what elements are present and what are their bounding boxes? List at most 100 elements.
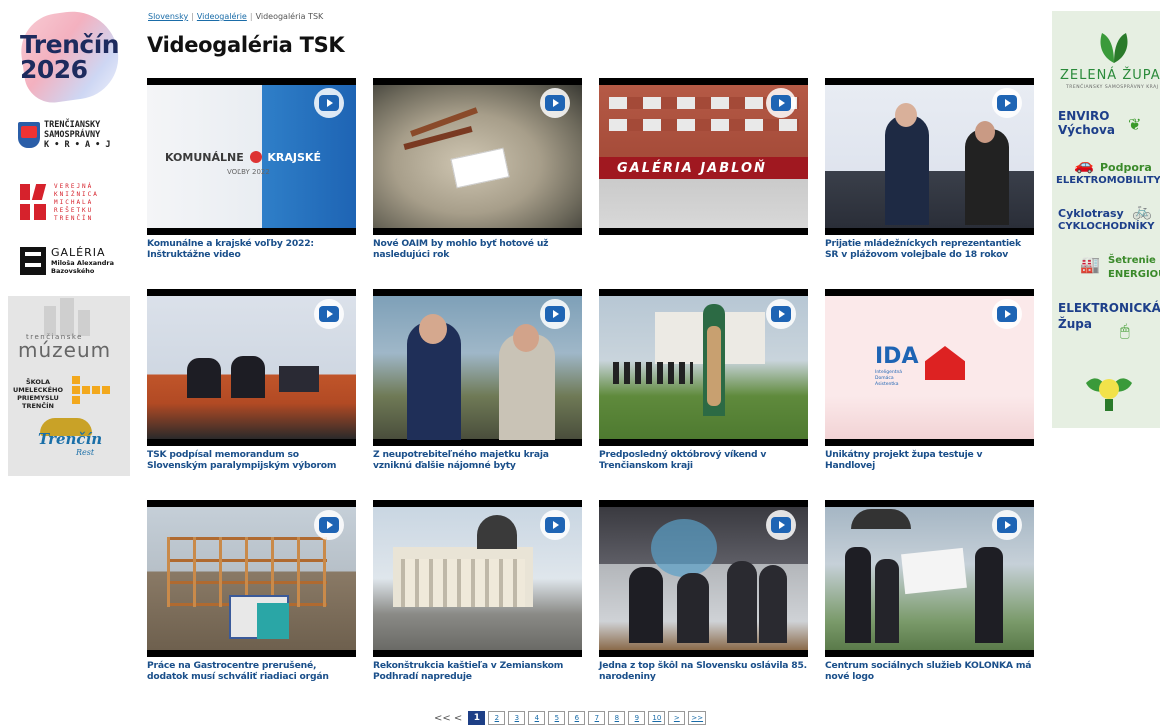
vychova-label: Výchova — [1058, 123, 1115, 137]
video-caption[interactable]: Prijatie mládežníckych reprezentantiek S… — [825, 238, 1034, 260]
play-icon[interactable] — [314, 510, 344, 540]
pagination-last[interactable]: >> — [688, 711, 707, 725]
video-card[interactable]: Nové OAIM by mohlo byť hotové už nasledu… — [373, 78, 582, 260]
video-card[interactable]: Z neupotrebiteľného majetku kraja vznikn… — [373, 289, 582, 471]
video-thumbnail[interactable]: KOMUNÁLNE KRAJSKÉ VOĽBY 2022 — [147, 78, 356, 235]
thumb-text-komunalne: KOMUNÁLNE — [165, 151, 244, 164]
video-card[interactable]: KOMUNÁLNE KRAJSKÉ VOĽBY 2022 Komunálne a… — [147, 78, 356, 260]
video-card[interactable]: Práce na Gastrocentre prerušené, dodatok… — [147, 500, 356, 682]
play-icon[interactable] — [314, 299, 344, 329]
library-line5: TRENČÍN — [54, 215, 94, 222]
zelena-zupa-banner[interactable]: ZELENÁ ŽUPA TRENČIANSKY SAMOSPRÁVNY KRAJ… — [1052, 11, 1160, 428]
video-card[interactable]: Rekonštrukcia kaštieľa v Zemianskom Podh… — [373, 500, 582, 682]
school-blocks-icon — [64, 376, 120, 410]
video-caption[interactable]: Komunálne a krajské voľby 2022: Inštrukt… — [147, 238, 356, 260]
museum-logo-text[interactable]: múzeum — [18, 338, 111, 362]
breadcrumb-home[interactable]: Slovensky — [148, 12, 188, 21]
library-line3: MICHALA — [54, 199, 94, 206]
page-link[interactable]: 3 — [508, 711, 526, 725]
pagination-prev[interactable]: << < — [434, 713, 462, 724]
play-icon[interactable] — [992, 88, 1022, 118]
video-caption[interactable]: Práce na Gastrocentre prerušené, dodatok… — [147, 660, 356, 682]
energiou-label: ENERGIOU — [1108, 269, 1160, 280]
thumb-text-volby: VOĽBY 2022 — [227, 168, 270, 176]
galeria-logo[interactable]: GALÉRIA Miloša Alexandra Bazovského — [20, 244, 130, 278]
trencin-rest-word: Trenčín — [38, 430, 103, 448]
trencin-rest-logo[interactable]: Trenčín Rest — [32, 418, 102, 464]
enviro-label: ENVIRO — [1058, 109, 1110, 123]
page-link[interactable]: 8 — [608, 711, 626, 725]
page-link[interactable]: 7 — [588, 711, 606, 725]
page-link-current[interactable]: 1 — [468, 711, 486, 725]
video-card[interactable]: Centrum sociálnych služieb KOLONKA má no… — [825, 500, 1034, 682]
zelena-zupa-subtitle: TRENČIANSKY SAMOSPRÁVNY KRAJ — [1066, 85, 1159, 90]
library-line1: VEREJNÁ — [54, 183, 94, 190]
zelena-zupa-title: ZELENÁ ŽUPA — [1060, 68, 1160, 83]
video-thumbnail[interactable] — [147, 289, 356, 446]
video-thumbnail[interactable] — [825, 500, 1034, 657]
video-card[interactable]: IDA Inteligentná Domáca Asistentka Uniká… — [825, 289, 1034, 471]
play-icon[interactable] — [992, 510, 1022, 540]
video-thumbnail[interactable] — [373, 500, 582, 657]
play-icon[interactable] — [314, 88, 344, 118]
library-mark-icon — [20, 184, 48, 222]
factory-icon: 🏭 — [1080, 255, 1100, 274]
video-caption[interactable]: TSK podpísal memorandum so Slovenským pa… — [147, 449, 356, 471]
play-icon[interactable] — [766, 510, 796, 540]
breadcrumb-separator: | — [249, 12, 253, 21]
video-thumbnail[interactable]: GALÉRIA JABLOŇ — [599, 78, 808, 235]
play-icon[interactable] — [540, 88, 570, 118]
page-link[interactable]: 6 — [568, 711, 586, 725]
library-line4: REŠETKU — [54, 207, 94, 214]
play-icon[interactable] — [992, 299, 1022, 329]
podpora-label: Podpora — [1100, 161, 1152, 174]
video-card[interactable]: Predposledný októbrový víkend v Trenčian… — [599, 289, 808, 471]
galeria-line3: Bazovského — [51, 267, 95, 275]
school-line1: ŠKOLA — [25, 378, 51, 386]
castle-towers-icon — [36, 298, 98, 338]
page-link[interactable]: 9 — [628, 711, 646, 725]
pagination-next[interactable]: > — [668, 711, 686, 725]
logo-2026-line1: Trenčín — [20, 30, 120, 59]
video-card[interactable]: Prijatie mládežníckych reprezentantiek S… — [825, 78, 1034, 260]
leaf-icon — [1100, 33, 1128, 63]
video-thumbnail[interactable] — [373, 289, 582, 446]
trencin-2026-logo[interactable]: Trenčín 2026 — [8, 5, 126, 107]
video-caption[interactable]: Predposledný októbrový víkend v Trenčian… — [599, 449, 808, 471]
video-thumbnail[interactable] — [599, 289, 808, 446]
play-icon[interactable] — [540, 510, 570, 540]
page-link[interactable]: 5 — [548, 711, 566, 725]
library-logo[interactable]: VEREJNÁ KNIŽNICA MICHALA REŠETKU TRENČÍN — [20, 179, 126, 227]
video-card[interactable]: GALÉRIA JABLOŇ — [599, 78, 808, 238]
video-card[interactable]: Jedna z top škôl na Slovensku oslávila 8… — [599, 500, 808, 682]
video-caption[interactable]: Z neupotrebiteľného majetku kraja vznikn… — [373, 449, 582, 471]
video-caption[interactable]: Rekonštrukcia kaštieľa v Zemianskom Podh… — [373, 660, 582, 682]
video-thumbnail[interactable] — [599, 500, 808, 657]
page-link[interactable]: 2 — [488, 711, 506, 725]
hands-icon: ❦ — [1128, 115, 1142, 134]
video-caption[interactable]: Nové OAIM by mohlo byť hotové už nasledu… — [373, 238, 582, 260]
elektromobility-label: ELEKTROMOBILITY — [1056, 175, 1160, 186]
video-caption[interactable]: Unikátny projekt župa testuje v Handlove… — [825, 449, 1034, 471]
video-thumbnail[interactable] — [825, 78, 1034, 235]
play-icon[interactable] — [766, 88, 796, 118]
video-thumbnail[interactable] — [373, 78, 582, 235]
page-link[interactable]: 4 — [528, 711, 546, 725]
video-thumbnail[interactable] — [147, 500, 356, 657]
tsk-logo-line2: SAMOSPRÁVNY — [44, 130, 101, 140]
bicycle-icon: 🚲 — [1132, 201, 1152, 220]
breadcrumb-videogalerie[interactable]: Videogalérie — [197, 12, 247, 21]
thumb-text-ida-line4: Asistentka — [875, 382, 899, 387]
school-logo[interactable]: ŠKOLA UMELECKÉHO PRIEMYSLU TRENČÍN — [12, 378, 64, 410]
elektronicka-label: ELEKTRONICKÁ — [1058, 301, 1160, 315]
page-link[interactable]: 10 — [648, 711, 666, 725]
video-caption[interactable]: Centrum sociálnych služieb KOLONKA má no… — [825, 660, 1034, 682]
video-thumbnail[interactable]: IDA Inteligentná Domáca Asistentka — [825, 289, 1034, 446]
video-card[interactable]: TSK podpísal memorandum so Slovenským pa… — [147, 289, 356, 471]
galeria-mark-icon — [20, 247, 46, 275]
play-icon[interactable] — [766, 299, 796, 329]
play-icon[interactable] — [540, 299, 570, 329]
tsk-logo[interactable]: TRENČIANSKY SAMOSPRÁVNY K • R • A • J — [18, 119, 126, 151]
breadcrumb: Slovensky | Videogalérie | Videogaléria TSK — [148, 12, 323, 21]
video-caption[interactable]: Jedna z top škôl na Slovensku oslávila 8… — [599, 660, 808, 682]
